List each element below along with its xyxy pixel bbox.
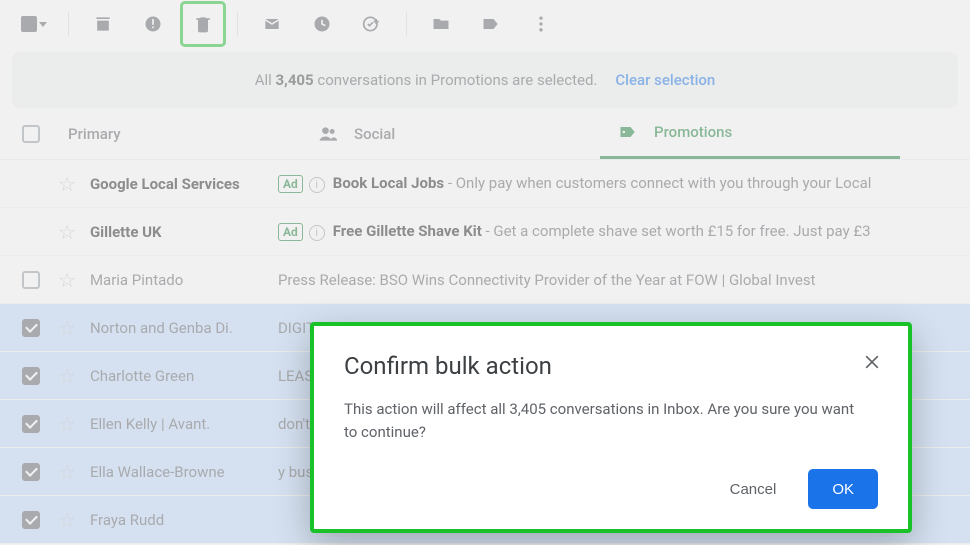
- info-icon[interactable]: i: [309, 225, 325, 241]
- cancel-button[interactable]: Cancel: [706, 469, 801, 509]
- row-checkbox[interactable]: [22, 463, 40, 481]
- star-icon[interactable]: ☆: [58, 412, 76, 436]
- banner-text: All 3,405 conversations in Promotions ar…: [255, 71, 598, 89]
- tab-label: Promotions: [654, 123, 732, 141]
- snooze-icon[interactable]: [302, 4, 342, 44]
- labels-icon[interactable]: [471, 4, 511, 44]
- row-checkbox[interactable]: [22, 271, 40, 289]
- sender: Gillette UK: [90, 223, 278, 241]
- category-tabs: Primary Social Promotions: [0, 108, 970, 160]
- email-row[interactable]: ☆ Google Local ServicesAdiBook Local Jobs…: [0, 160, 970, 208]
- clear-selection-link[interactable]: Clear selection: [615, 71, 715, 89]
- tab-promotions[interactable]: Promotions: [600, 108, 900, 159]
- close-icon[interactable]: [858, 348, 886, 376]
- row-checkbox[interactable]: [22, 511, 40, 529]
- selection-banner: All 3,405 conversations in Promotions ar…: [12, 52, 958, 108]
- sender: Google Local Services: [90, 175, 278, 193]
- confirm-dialog: Confirm bulk action This action will aff…: [310, 322, 912, 533]
- star-icon[interactable]: ☆: [58, 460, 76, 484]
- sender: Maria Pintado: [90, 271, 278, 289]
- tab-label: Primary: [68, 125, 121, 143]
- star-icon[interactable]: ☆: [58, 172, 76, 196]
- tab-select-checkbox[interactable]: [22, 125, 40, 143]
- tab-social[interactable]: Social: [300, 108, 600, 159]
- star-icon[interactable]: ☆: [58, 268, 76, 292]
- email-row[interactable]: ☆ Maria PintadoPress Release: BSO Wins Co…: [0, 256, 970, 304]
- toolbar-separator: [237, 12, 238, 36]
- toolbar-separator: [68, 12, 69, 36]
- email-row[interactable]: ☆ Gillette UKAdiFree Gillette Shave Kit -…: [0, 208, 970, 256]
- star-icon[interactable]: ☆: [58, 220, 76, 244]
- star-icon[interactable]: ☆: [58, 364, 76, 388]
- ad-badge: Ad: [278, 175, 303, 193]
- tab-label: Social: [354, 125, 395, 143]
- ad-badge: Ad: [278, 223, 303, 241]
- more-icon[interactable]: [521, 4, 561, 44]
- toolbar: [0, 0, 970, 48]
- star-icon[interactable]: ☆: [58, 508, 76, 532]
- tab-primary[interactable]: Primary: [0, 108, 300, 159]
- row-checkbox[interactable]: [22, 367, 40, 385]
- people-icon: [318, 124, 338, 144]
- sender: Fraya Rudd: [90, 511, 278, 529]
- mark-read-icon[interactable]: [252, 4, 292, 44]
- toolbar-separator: [406, 12, 407, 36]
- subject: AdiFree Gillette Shave Kit - Get a compl…: [278, 222, 871, 241]
- sender: Norton and Genba Di.: [90, 319, 278, 337]
- dialog-body: This action will affect all 3,405 conver…: [344, 398, 864, 443]
- add-task-icon[interactable]: [352, 4, 392, 44]
- sender: Charlotte Green: [90, 367, 278, 385]
- subject: Press Release: BSO Wins Connectivity Pro…: [278, 271, 816, 289]
- ok-button[interactable]: OK: [808, 469, 878, 509]
- spam-icon[interactable]: [133, 4, 173, 44]
- archive-icon[interactable]: [83, 4, 123, 44]
- subject: AdiBook Local Jobs - Only pay when custo…: [278, 174, 871, 193]
- star-icon[interactable]: ☆: [58, 316, 76, 340]
- row-checkbox[interactable]: [22, 415, 40, 433]
- select-all-dropdown[interactable]: [14, 4, 54, 44]
- row-checkbox[interactable]: [22, 319, 40, 337]
- delete-icon[interactable]: [183, 4, 223, 44]
- sender: Ella Wallace-Browne: [90, 463, 278, 481]
- info-icon[interactable]: i: [309, 177, 325, 193]
- sender: Ellen Kelly | Avant.: [90, 415, 278, 433]
- dialog-title: Confirm bulk action: [344, 352, 878, 380]
- move-to-icon[interactable]: [421, 4, 461, 44]
- tag-icon: [618, 122, 638, 142]
